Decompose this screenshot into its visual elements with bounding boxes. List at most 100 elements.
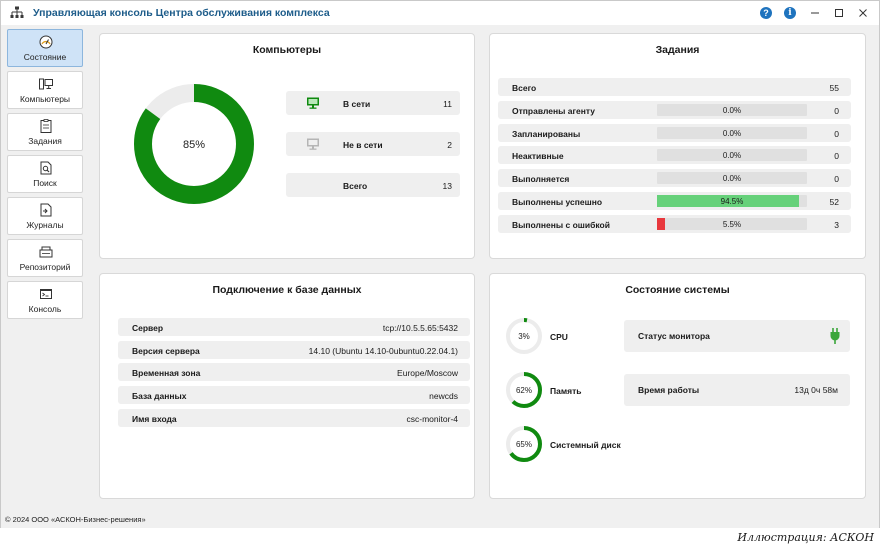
sidebar-item-search[interactable]: Поиск xyxy=(7,155,83,193)
gauge-label: CPU xyxy=(550,332,568,342)
gauge-percent: 62% xyxy=(516,386,532,395)
sidebar-item-label: Журналы xyxy=(26,220,64,230)
tasks-total-label: Всего xyxy=(512,83,537,93)
sidebar-item-label: Поиск xyxy=(33,178,57,188)
task-status-count: 0 xyxy=(834,151,839,162)
total-label: Всего xyxy=(343,181,368,191)
task-progress-bar: 5.5% xyxy=(657,217,807,230)
task-progress-percent: 0.0% xyxy=(722,151,742,161)
sidebar-item-logs[interactable]: Журналы xyxy=(7,197,83,235)
dashboard-content: Компьютеры 85% В сети 11 Не в сети 2 Все… xyxy=(89,25,874,513)
task-status-label: Неактивные xyxy=(512,151,564,162)
db-version-value: 14.10 (Ubuntu 14.10-0ubuntu0.22.04.1) xyxy=(308,346,458,356)
sidebar-item-computers[interactable]: Компьютеры xyxy=(7,71,83,109)
computers-panel: Компьютеры 85% В сети 11 Не в сети 2 Все… xyxy=(99,33,475,259)
sidebar-item-status[interactable]: Состояние xyxy=(7,29,83,67)
task-progress-percent: 0.0% xyxy=(722,128,742,138)
system-gauge: 3% xyxy=(506,318,542,354)
title-bar: Управляющая консоль Центра обслуживания … xyxy=(1,1,879,25)
network-app-icon xyxy=(10,6,24,18)
db-version-label: Версия сервера xyxy=(132,346,200,356)
sidebar-item-label: Задания xyxy=(28,136,62,146)
task-status-count: 52 xyxy=(829,196,839,207)
copyright-text: © 2024 ООО «АСКОН-Бизнес-решения» xyxy=(5,515,146,524)
gauge-percent: 65% xyxy=(516,440,532,449)
task-status-row: Выполнены успешно 94.5% 52 xyxy=(498,191,851,210)
gauge-label: Память xyxy=(550,386,582,396)
tasks-total-value: 55 xyxy=(829,83,839,93)
online-label: В сети xyxy=(343,99,371,109)
task-status-row: Выполнены с ошибкой 5.5% 3 xyxy=(498,214,851,233)
db-login-row: Имя входа csc-monitor-4 xyxy=(118,409,470,427)
help-button[interactable]: ? xyxy=(758,5,774,21)
plug-connected-icon xyxy=(830,328,840,344)
task-progress-percent: 0.0% xyxy=(722,106,742,115)
sidebar-item-repository[interactable]: Репозиторий xyxy=(7,239,83,277)
computers-total-row: Всего 13 xyxy=(286,173,460,197)
maximize-button[interactable] xyxy=(831,5,847,21)
computers-icon xyxy=(39,78,53,90)
db-server-value: tcp://10.5.5.65:5432 xyxy=(382,323,458,333)
task-progress-percent: 0.0% xyxy=(722,174,742,184)
dashboard-icon xyxy=(39,35,53,49)
task-status-count: 3 xyxy=(834,219,839,230)
monitor-online-icon xyxy=(307,97,319,109)
uptime-card: Время работы 13д 0ч 58м xyxy=(624,374,850,406)
maximize-icon xyxy=(835,9,843,17)
monitor-status-card: Статус монитора xyxy=(624,320,850,352)
gauge-percent: 3% xyxy=(518,332,530,341)
sidebar-item-console[interactable]: Консоль xyxy=(7,281,83,319)
database-panel: Подключение к базе данных Сервер tcp://1… xyxy=(99,273,475,499)
task-status-count: 0 xyxy=(834,128,839,139)
offline-label: Не в сети xyxy=(343,140,383,150)
info-button[interactable]: i xyxy=(782,5,798,21)
db-login-value: csc-monitor-4 xyxy=(406,414,458,424)
minimize-icon xyxy=(811,12,819,14)
computers-panel-title: Компьютеры xyxy=(252,44,322,56)
sidebar: Состояние Компьютеры Задания Поиск Журна… xyxy=(7,25,87,319)
donut-percent-label: 85% xyxy=(183,139,205,151)
task-progress-bar: 0.0% xyxy=(657,104,807,116)
task-status-label: Выполнены успешно xyxy=(512,196,603,207)
db-server-label: Сервер xyxy=(132,323,164,333)
system-gauge: 65% xyxy=(506,426,542,462)
tasks-panel: Задания Всего 55 Отправлены агенту 0.0% 0 З… xyxy=(489,33,866,259)
db-name-value: newcds xyxy=(429,391,458,401)
minimize-button[interactable] xyxy=(807,5,823,21)
sidebar-item-label: Состояние xyxy=(23,52,67,62)
window-title: Управляющая консоль Центра обслуживания … xyxy=(33,7,330,19)
system-panel: Состояние системы 3% CPU 62% Память 65% Систе… xyxy=(489,273,866,499)
help-icon: ? xyxy=(760,7,772,19)
db-name-label: База данных xyxy=(132,391,187,401)
db-version-row: Версия сервера 14.10 (Ubuntu 14.10-0ubun… xyxy=(118,341,470,359)
computers-offline-row: Не в сети 2 xyxy=(286,132,460,156)
sidebar-item-label: Компьютеры xyxy=(19,94,71,104)
task-progress-percent: 5.5% xyxy=(722,219,742,229)
image-caption: Иллюстрация: АСКОН xyxy=(737,531,874,544)
task-status-count: 0 xyxy=(834,106,839,116)
task-status-row: Выполняется 0.0% 0 xyxy=(498,169,851,188)
uptime-value: 13д 0ч 58м xyxy=(794,385,838,395)
search-icon xyxy=(40,161,52,175)
system-panel-title: Состояние системы xyxy=(625,284,730,296)
db-timezone-value: Europe/Moscow xyxy=(397,368,458,378)
computers-online-row: В сети 11 xyxy=(286,91,460,115)
offline-count: 2 xyxy=(447,140,452,150)
monitor-status-label: Статус монитора xyxy=(638,331,710,341)
task-status-label: Запланированы xyxy=(512,128,581,139)
task-progress-bar: 0.0% xyxy=(657,172,807,185)
task-status-row: Неактивные 0.0% 0 xyxy=(498,146,851,165)
app-window: Управляющая консоль Центра обслуживания … xyxy=(0,0,880,528)
task-progress-percent: 94.5% xyxy=(720,196,744,206)
database-panel-title: Подключение к базе данных xyxy=(212,284,362,296)
info-icon: i xyxy=(784,7,796,19)
task-progress-bar: 0.0% xyxy=(657,149,807,162)
repository-icon xyxy=(39,246,53,258)
tasks-panel-title: Задания xyxy=(655,44,700,56)
sidebar-item-tasks[interactable]: Задания xyxy=(7,113,83,151)
computers-donut-chart: 85% xyxy=(134,84,254,204)
task-progress-bar: 0.0% xyxy=(657,126,807,139)
task-status-label: Выполнены с ошибкой xyxy=(512,219,610,230)
task-progress-bar: 94.5% xyxy=(657,194,807,207)
close-button[interactable] xyxy=(855,5,871,21)
